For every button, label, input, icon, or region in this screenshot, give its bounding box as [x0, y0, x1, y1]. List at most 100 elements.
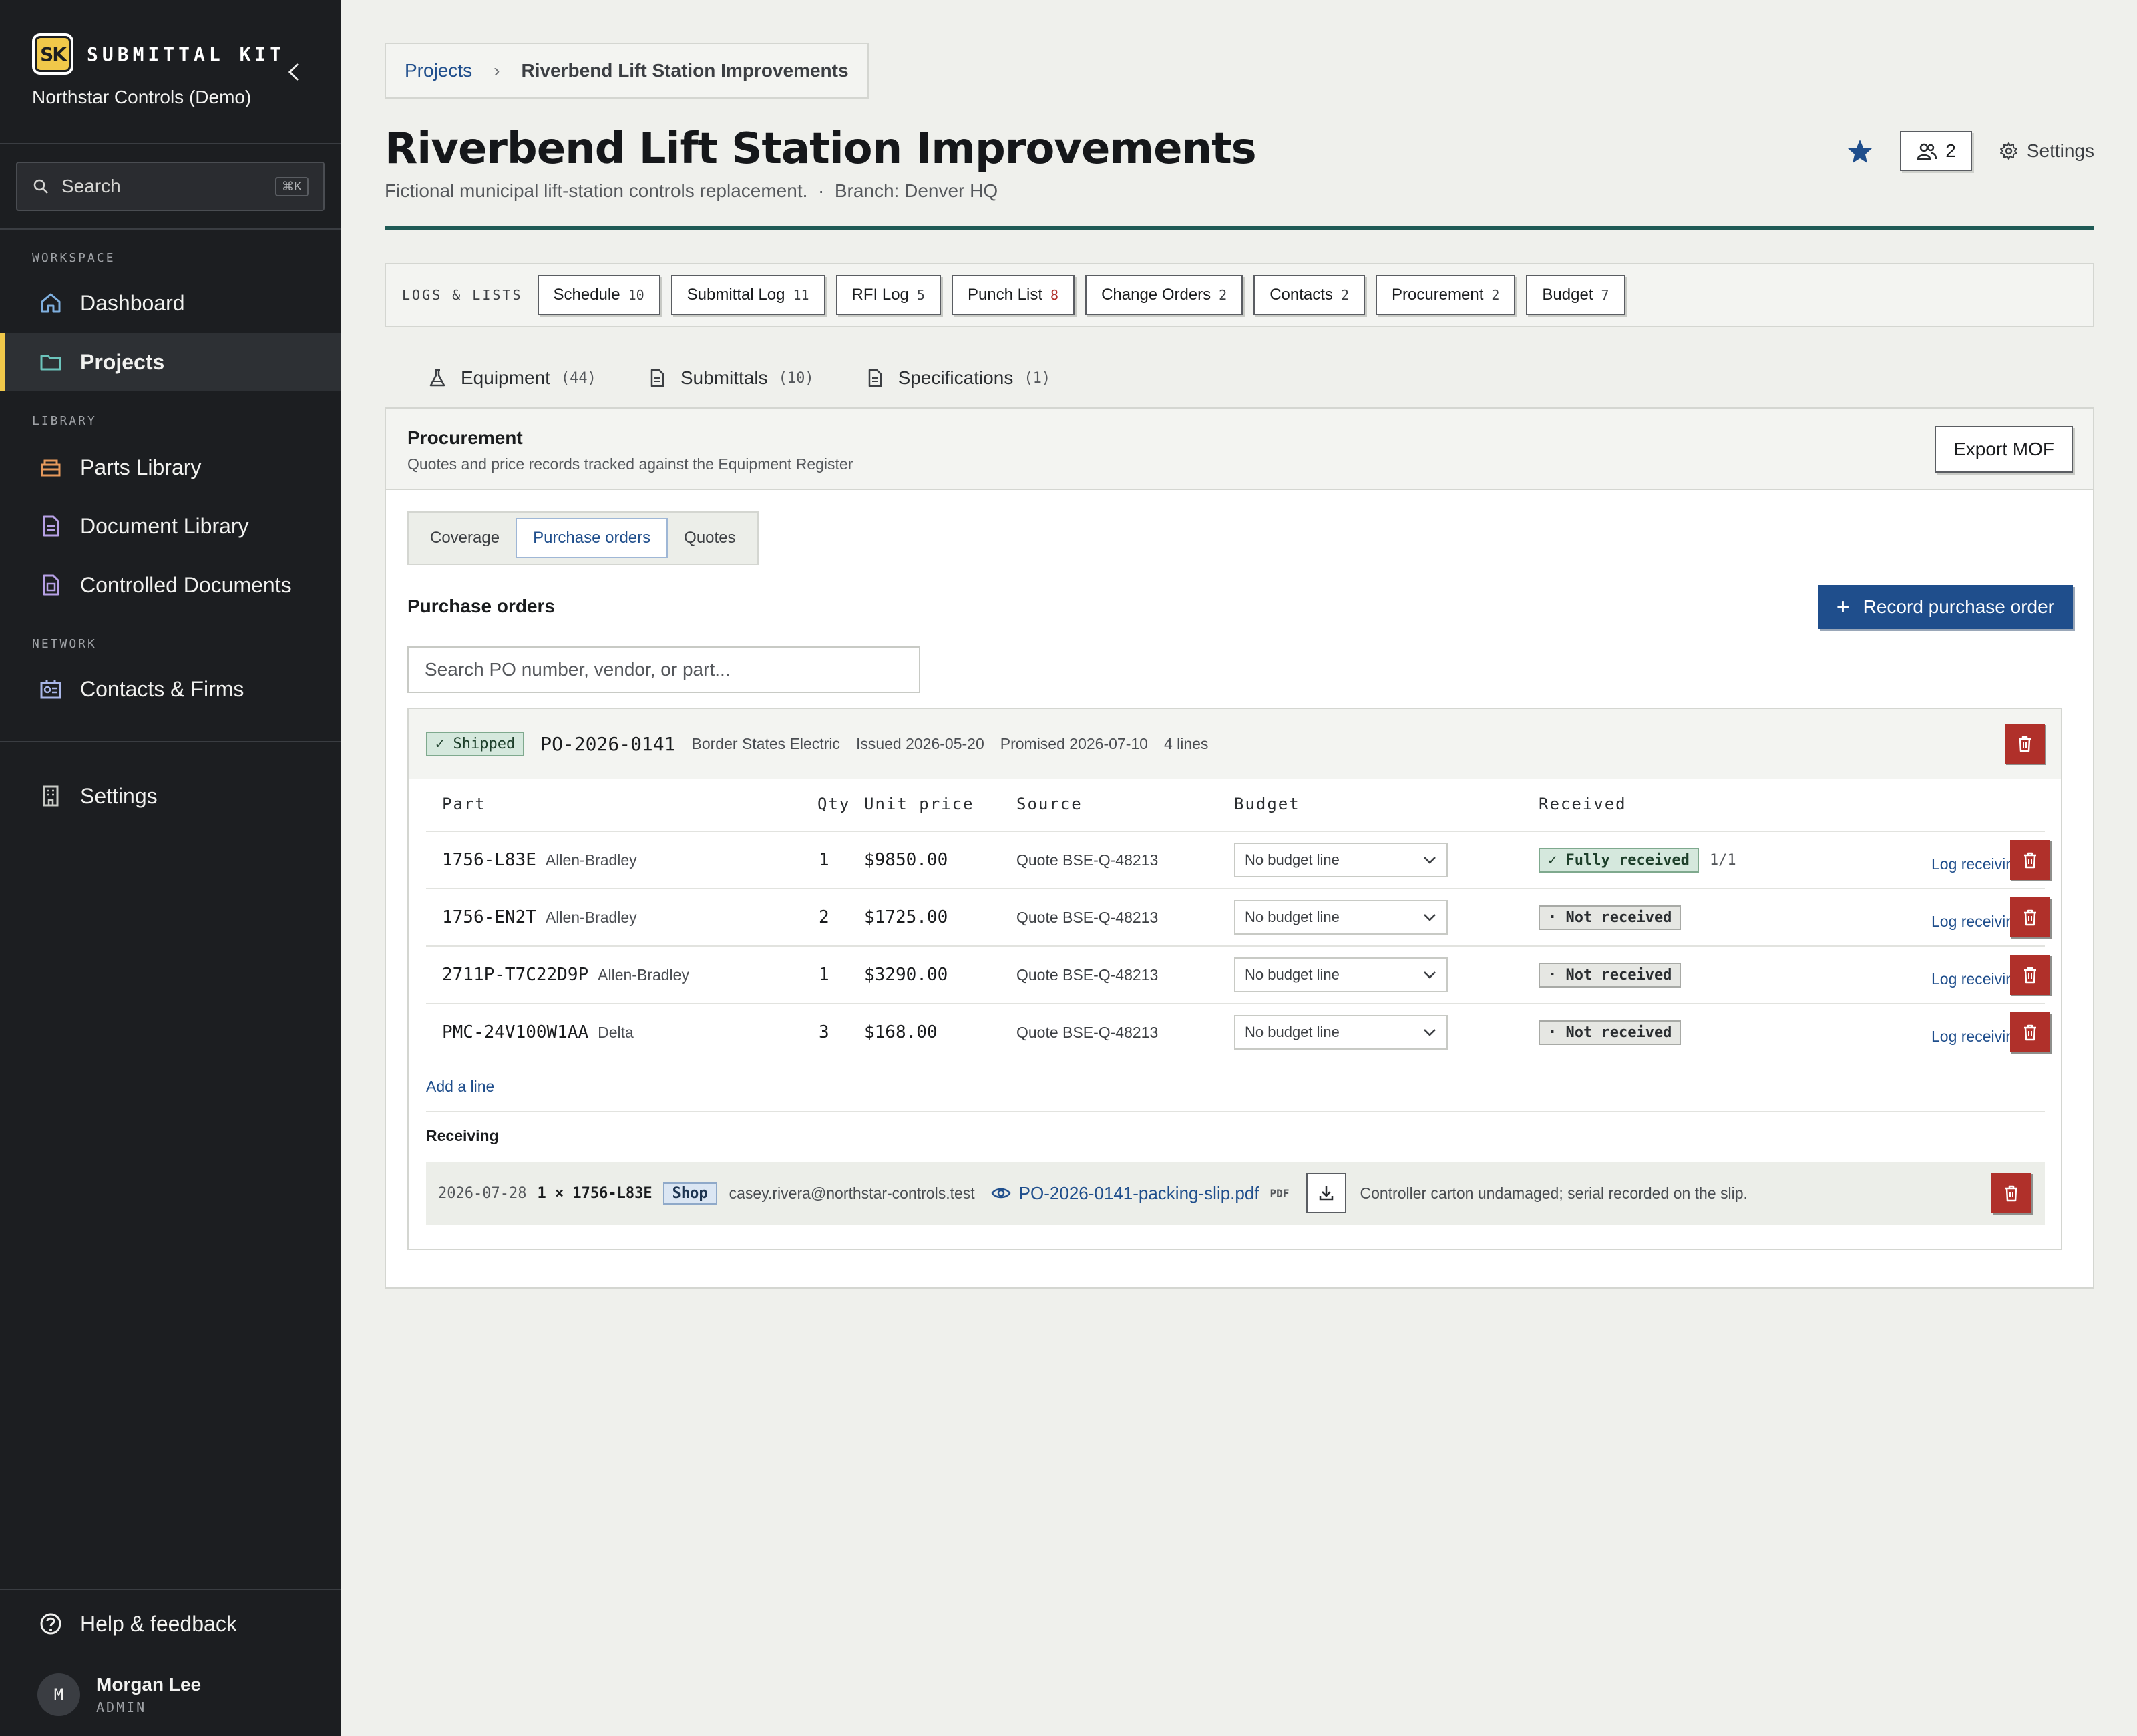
tab-count: (1): [1024, 369, 1051, 387]
manufacturer: Allen-Bradley: [545, 851, 637, 869]
divider: [0, 741, 341, 742]
packing-slip-link[interactable]: PO-2026-0141-packing-slip.pdf: [991, 1183, 1259, 1204]
receiving-title: Receiving: [426, 1127, 499, 1144]
delete-receiving-button[interactable]: [1991, 1173, 2031, 1213]
folder-icon: [37, 349, 64, 375]
file-type: PDF: [1270, 1186, 1290, 1200]
po-summary-row[interactable]: ✓ Shipped PO-2026-0141 Border States Ele…: [409, 709, 2061, 779]
manufacturer: Allen-Bradley: [598, 965, 689, 984]
chip-count: 5: [916, 287, 925, 303]
flask-icon: [427, 368, 447, 388]
log-receiving-link[interactable]: Log receiving: [1931, 1028, 2023, 1046]
export-mof-button[interactable]: Export MOF: [1935, 426, 2073, 473]
chip-label: Punch List: [967, 286, 1043, 304]
sidebar-item-label: Projects: [80, 349, 165, 374]
segment-purchase-orders[interactable]: Purchase orders: [516, 518, 668, 558]
chip-label: Change Orders: [1101, 286, 1211, 304]
column-header-qty: Qty: [817, 795, 851, 813]
part-number[interactable]: 1756-EN2T: [442, 907, 536, 927]
log-receiving-link[interactable]: Log receiving: [1931, 970, 2023, 988]
breadcrumb-projects-link[interactable]: Projects: [405, 60, 472, 81]
log-receiving-link[interactable]: Log receiving: [1931, 913, 2023, 931]
tab-specifications[interactable]: Specifications (1): [865, 367, 1051, 389]
trash-icon: [2024, 852, 2036, 869]
receiving-user: casey.rivera@northstar-controls.test: [729, 1184, 975, 1202]
sidebar-item-document-library[interactable]: Document Library: [0, 497, 341, 556]
divider: [426, 1111, 2045, 1112]
part-number[interactable]: 2711P-T7C22D9P: [442, 965, 588, 985]
sidebar-item-parts-library[interactable]: Parts Library: [0, 438, 341, 497]
controlled-document-icon: [37, 572, 64, 598]
project-settings-button[interactable]: Settings: [1999, 140, 2094, 162]
brand-mark: SK: [37, 38, 69, 70]
budget-select[interactable]: No budget line: [1234, 957, 1448, 992]
project-tabs: Equipment (44) Submittals (10) Specificati…: [427, 367, 1101, 389]
log-chip-contacts[interactable]: Contacts 2: [1253, 275, 1365, 315]
document-icon: [865, 368, 885, 388]
log-chip-schedule[interactable]: Schedule 10: [537, 275, 660, 315]
table-row: 2711P-T7C22D9P Allen-Bradley 1 $3290.00 Q…: [426, 945, 2050, 1003]
sidebar-item-contacts-firms[interactable]: Contacts & Firms: [0, 660, 341, 718]
location-badge: Shop: [662, 1182, 717, 1205]
download-button[interactable]: [1306, 1173, 1347, 1213]
section-label-library: LIBRARY: [32, 414, 97, 428]
unit-price: $9850.00: [864, 850, 948, 870]
divider: [0, 1589, 341, 1590]
po-promised: Promised 2026-07-10: [1000, 734, 1148, 752]
budget-select[interactable]: No budget line: [1234, 1015, 1448, 1050]
sidebar-item-controlled-documents[interactable]: Controlled Documents: [0, 556, 341, 614]
sidebar-item-help[interactable]: Help & feedback: [0, 1594, 341, 1653]
table-row: PMC-24V100W1AA Delta 3 $168.00 Quote BSE-…: [426, 1003, 2050, 1060]
delete-line-button[interactable]: [2010, 955, 2050, 995]
add-line-link[interactable]: Add a line: [426, 1078, 494, 1096]
brand[interactable]: SK SUBMITTAL KIT: [32, 33, 285, 75]
procurement-title: Procurement: [407, 427, 523, 448]
record-label: Record purchase order: [1863, 596, 2054, 617]
delete-line-button[interactable]: [2010, 840, 2050, 880]
part-number[interactable]: PMC-24V100W1AA: [442, 1022, 588, 1042]
column-header-budget: Budget: [1234, 795, 1300, 813]
org-name[interactable]: Northstar Controls (Demo): [32, 87, 251, 108]
tab-submittals[interactable]: Submittals (10): [647, 367, 814, 389]
sidebar-item-settings[interactable]: Settings: [0, 767, 341, 825]
star-icon[interactable]: [1847, 138, 1873, 164]
budget-select[interactable]: No budget line: [1234, 843, 1448, 877]
sidebar-item-projects[interactable]: Projects: [0, 333, 341, 391]
delete-line-button[interactable]: [2010, 897, 2050, 937]
segment-coverage[interactable]: Coverage: [414, 518, 516, 558]
tab-equipment[interactable]: Equipment (44): [427, 367, 596, 389]
log-chip-punch-list[interactable]: Punch List 8: [951, 275, 1075, 315]
section-label-workspace: WORKSPACE: [32, 251, 116, 265]
log-receiving-link[interactable]: Log receiving: [1931, 855, 2023, 873]
log-chip-submittal-log[interactable]: Submittal Log 11: [670, 275, 825, 315]
source-quote: Quote BSE-Q-48213: [1016, 908, 1159, 926]
po-number: PO-2026-0141: [540, 732, 676, 755]
users-icon: [1917, 143, 1937, 160]
log-chip-change-orders[interactable]: Change Orders 2: [1085, 275, 1243, 315]
budget-select[interactable]: No budget line: [1234, 900, 1448, 935]
segment-quotes[interactable]: Quotes: [668, 518, 751, 558]
part-number[interactable]: 1756-L83E: [442, 850, 536, 870]
log-chip-procurement[interactable]: Procurement 2: [1375, 275, 1516, 315]
delete-line-button[interactable]: [2010, 1012, 2050, 1052]
chip-label: Contacts: [1270, 286, 1333, 304]
chevron-left-icon: [288, 63, 299, 81]
budget-value: No budget line: [1245, 966, 1340, 983]
brand-logo: SK: [32, 33, 73, 75]
po-search-input[interactable]: Search PO number, vendor, or part...: [407, 646, 920, 693]
delete-po-button[interactable]: [2005, 724, 2045, 764]
record-purchase-order-button[interactable]: + Record purchase order: [1817, 585, 2073, 629]
log-chip-budget[interactable]: Budget 7: [1526, 275, 1625, 315]
members-button[interactable]: 2: [1900, 131, 1972, 171]
log-chip-rfi-log[interactable]: RFI Log 5: [835, 275, 941, 315]
search-input[interactable]: Search ⌘K: [16, 162, 325, 211]
quantity: 2: [819, 907, 829, 927]
sidebar-item-label: Controlled Documents: [80, 572, 292, 597]
source-quote: Quote BSE-Q-48213: [1016, 965, 1159, 984]
collapse-sidebar-button[interactable]: [284, 59, 304, 85]
shortcut-hint: ⌘K: [274, 176, 309, 196]
project-description: Fictional municipal lift-station control…: [385, 180, 808, 201]
user-menu[interactable]: M Morgan Lee ADMIN: [37, 1673, 201, 1716]
sidebar-item-label: Parts Library: [80, 455, 202, 479]
sidebar-item-dashboard[interactable]: Dashboard: [0, 274, 341, 333]
